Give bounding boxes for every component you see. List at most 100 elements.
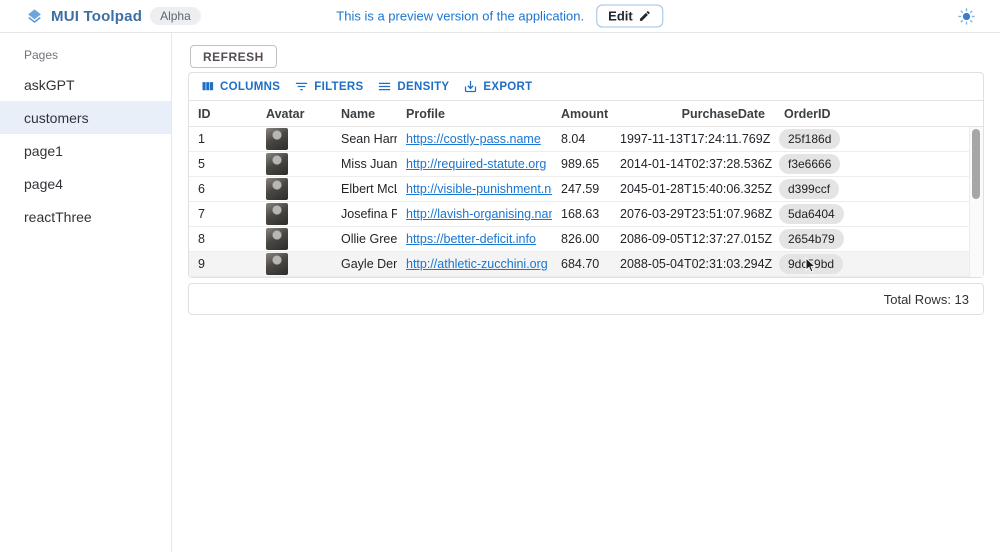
column-header-amount[interactable]: Amount — [552, 107, 620, 121]
data-grid: COLUMNS FILTERS DENSITY EXPORT — [188, 72, 984, 278]
columns-button[interactable]: COLUMNS — [193, 76, 287, 97]
column-header-orderid[interactable]: OrderID — [775, 107, 983, 121]
total-rows-label: Total Rows: 13 — [884, 292, 969, 307]
sidebar-item-label: customers — [24, 110, 89, 126]
density-button-label: DENSITY — [397, 81, 449, 93]
density-button[interactable]: DENSITY — [370, 76, 456, 97]
cell-purchasedate: 2088-05-04T02:31:03.294Z — [620, 257, 775, 271]
column-header-id[interactable]: ID — [189, 107, 257, 121]
cell-id: 5 — [189, 157, 257, 171]
cell-avatar — [257, 228, 332, 250]
layers-logo-icon — [26, 8, 43, 25]
cell-amount: 826.00 — [552, 232, 620, 246]
sidebar-item-reactthree[interactable]: reactThree — [0, 200, 171, 233]
order-id-chip[interactable]: f3e6666 — [779, 154, 840, 174]
order-id-chip[interactable]: 5da6404 — [779, 204, 844, 224]
density-icon — [377, 79, 392, 94]
preview-banner: This is a preview version of the applica… — [336, 5, 663, 28]
sidebar-item-label: page4 — [24, 176, 63, 192]
sidebar: Pages askGPT customers page1 page4 react… — [0, 33, 172, 552]
cell-orderid: 9dc59bd — [775, 254, 969, 274]
scrollbar-thumb[interactable] — [972, 129, 980, 199]
cell-amount: 168.63 — [552, 207, 620, 221]
filters-button[interactable]: FILTERS — [287, 76, 370, 97]
order-id-chip[interactable]: 25f186d — [779, 129, 840, 149]
cell-avatar — [257, 203, 332, 225]
filter-list-icon — [294, 79, 309, 94]
table-row[interactable]: 7 Josefina P... http://lavish-organising… — [189, 202, 969, 227]
order-id-chip[interactable]: d399ccf — [779, 179, 839, 199]
table-row[interactable]: 8 Ollie Green... https://better-deficit.… — [189, 227, 969, 252]
cell-name: Miss Juan ... — [332, 157, 397, 171]
edit-button[interactable]: Edit — [596, 5, 664, 28]
vertical-scrollbar[interactable] — [969, 127, 983, 277]
order-id-chip[interactable]: 2654b79 — [779, 229, 844, 249]
table-row[interactable]: 5 Miss Juan ... http://required-statute.… — [189, 152, 969, 177]
column-header-purchasedate[interactable]: PurchaseDate — [620, 107, 775, 121]
filters-button-label: FILTERS — [314, 81, 363, 93]
cell-avatar — [257, 178, 332, 200]
avatar — [266, 253, 288, 275]
cell-profile: http://visible-punishment.net — [397, 182, 552, 196]
sidebar-item-askgpt[interactable]: askGPT — [0, 68, 171, 101]
profile-link[interactable]: https://costly-pass.name — [406, 132, 541, 146]
export-button[interactable]: EXPORT — [456, 76, 539, 97]
cell-profile: http://lavish-organising.name — [397, 207, 552, 221]
column-header-name[interactable]: Name — [332, 107, 397, 121]
cell-avatar — [257, 128, 332, 150]
sun-icon — [957, 7, 976, 26]
cell-purchasedate: 2086-09-05T12:37:27.015Z — [620, 232, 775, 246]
cell-amount: 684.70 — [552, 257, 620, 271]
sidebar-item-page1[interactable]: page1 — [0, 134, 171, 167]
sidebar-item-page4[interactable]: page4 — [0, 167, 171, 200]
cell-profile: https://costly-pass.name — [397, 132, 552, 146]
cell-orderid: 5da6404 — [775, 204, 969, 224]
grid-footer: Total Rows: 13 — [188, 283, 984, 315]
cell-orderid: 25f186d — [775, 129, 969, 149]
download-icon — [463, 79, 478, 94]
table-row[interactable]: 1 Sean Harris https://costly-pass.name 8… — [189, 127, 969, 152]
grid-rows-viewport: 1 Sean Harris https://costly-pass.name 8… — [189, 127, 983, 277]
cell-name: Sean Harris — [332, 132, 397, 146]
cell-avatar — [257, 153, 332, 175]
cell-id: 9 — [189, 257, 257, 271]
cell-purchasedate: 2014-01-14T02:37:28.536Z — [620, 157, 775, 171]
refresh-button[interactable]: REFRESH — [190, 45, 277, 68]
table-row[interactable]: 6 Elbert McL... http://visible-punishmen… — [189, 177, 969, 202]
columns-button-label: COLUMNS — [220, 81, 280, 93]
table-row-hovered[interactable]: 9 Gayle Den... http://athletic-zucchini.… — [189, 252, 969, 277]
cell-id: 8 — [189, 232, 257, 246]
cell-name: Ollie Green... — [332, 232, 397, 246]
profile-link[interactable]: http://required-statute.org — [406, 157, 546, 171]
profile-link[interactable]: http://lavish-organising.name — [406, 207, 552, 221]
cell-profile: https://better-deficit.info — [397, 232, 552, 246]
grid-header-row: ID Avatar Name Profile Amount PurchaseDa… — [189, 100, 983, 127]
avatar — [266, 178, 288, 200]
cell-orderid: f3e6666 — [775, 154, 969, 174]
cell-orderid: d399ccf — [775, 179, 969, 199]
cell-id: 6 — [189, 182, 257, 196]
sidebar-item-customers[interactable]: customers — [0, 101, 171, 134]
cell-amount: 989.65 — [552, 157, 620, 171]
column-header-avatar[interactable]: Avatar — [257, 107, 332, 121]
app-header: MUI Toolpad Alpha This is a preview vers… — [0, 0, 1000, 33]
profile-link[interactable]: http://visible-punishment.net — [406, 182, 552, 196]
preview-banner-text: This is a preview version of the applica… — [336, 9, 584, 24]
sidebar-item-label: askGPT — [24, 77, 75, 93]
avatar — [266, 128, 288, 150]
version-badge: Alpha — [150, 7, 201, 25]
sidebar-item-label: reactThree — [24, 209, 92, 225]
cell-purchasedate: 2045-01-28T15:40:06.325Z — [620, 182, 775, 196]
cell-amount: 8.04 — [552, 132, 620, 146]
cell-purchasedate: 2076-03-29T23:51:07.968Z — [620, 207, 775, 221]
profile-link[interactable]: https://better-deficit.info — [406, 232, 536, 246]
order-id-chip[interactable]: 9dc59bd — [779, 254, 843, 274]
cell-purchasedate: 1997-11-13T17:24:11.769Z — [620, 132, 775, 146]
sidebar-item-label: page1 — [24, 143, 63, 159]
view-column-icon — [200, 79, 215, 94]
cell-orderid: 2654b79 — [775, 229, 969, 249]
profile-link[interactable]: http://athletic-zucchini.org — [406, 257, 548, 271]
theme-toggle-button[interactable] — [954, 4, 979, 29]
avatar — [266, 153, 288, 175]
column-header-profile[interactable]: Profile — [397, 107, 552, 121]
